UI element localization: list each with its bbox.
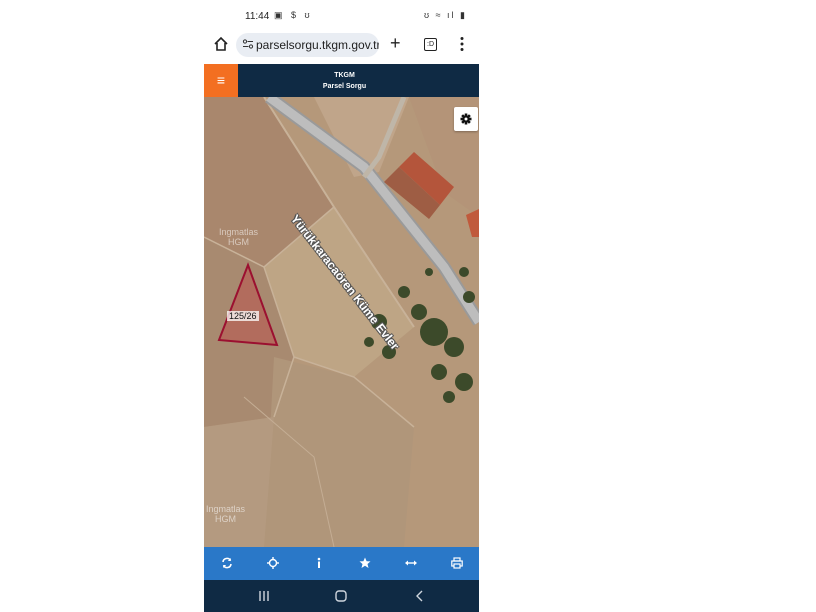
- system-nav-bar: [204, 580, 479, 612]
- measure-icon: [405, 560, 417, 566]
- watermark-line: Ingmatlas: [206, 504, 246, 514]
- print-button[interactable]: [434, 547, 479, 580]
- address-bar[interactable]: parselsorgu.tkgm.gov.tr: [236, 33, 379, 57]
- app-header: ≡ TKGM Parsel Sorgu: [204, 64, 479, 97]
- browser-bar: parselsorgu.tkgm.gov.tr + :D: [204, 30, 479, 64]
- parcel-label[interactable]: 125/26: [227, 311, 259, 321]
- refresh-icon: [222, 557, 232, 569]
- measure-button[interactable]: [388, 547, 434, 580]
- status-time: 11:44: [245, 11, 270, 22]
- url-text: parselsorgu.tkgm.gov.tr: [256, 38, 379, 52]
- watermark-line: HGM: [215, 514, 237, 524]
- system-icons: ʊ ≈ ıl ▮: [423, 10, 467, 20]
- print-icon: [451, 557, 463, 569]
- favorite-button[interactable]: [342, 547, 388, 580]
- satellite-map[interactable]: Yürükkaracaören Küme Evler Ingmatlas HGM…: [204, 97, 479, 547]
- crosshair-icon: [267, 557, 279, 569]
- map-toolbar: [204, 547, 479, 580]
- notification-icons: ▣ $ ʊ: [274, 10, 313, 20]
- watermark-line: HGM: [228, 237, 250, 247]
- new-tab-icon[interactable]: +: [390, 33, 401, 53]
- status-bar: 11:44 ▣ $ ʊ ʊ ≈ ıl ▮: [204, 0, 479, 30]
- home-nav-icon: [335, 590, 347, 602]
- site-settings-icon[interactable]: [242, 38, 254, 50]
- page-title: TKGM: [334, 72, 355, 79]
- watermark-bottom: Ingmatlas HGM: [206, 504, 245, 524]
- recent-apps-icon: [259, 591, 269, 601]
- watermark-top: Ingmatlas HGM: [219, 227, 258, 247]
- map-imagery: [204, 97, 479, 547]
- tab-switcher-button[interactable]: :D: [424, 38, 437, 51]
- back-icon: [416, 590, 423, 602]
- home-icon[interactable]: [213, 36, 229, 52]
- watermark-line: Ingmatlas: [219, 227, 259, 237]
- page-subtitle: Parsel Sorgu: [322, 83, 367, 90]
- phone-screen: 11:44 ▣ $ ʊ ʊ ≈ ıl ▮ parselsorgu.tkgm.go…: [204, 0, 479, 612]
- nav-buttons: [259, 590, 423, 602]
- gear-icon: [460, 113, 472, 125]
- hamburger-menu-button[interactable]: ≡: [204, 64, 238, 97]
- star-icon: [359, 557, 371, 568]
- locate-button[interactable]: [250, 547, 296, 580]
- more-options-icon[interactable]: [460, 36, 464, 52]
- info-button[interactable]: [296, 547, 342, 580]
- refresh-button[interactable]: [204, 547, 250, 580]
- map-settings-button[interactable]: [454, 107, 478, 131]
- info-icon: [317, 557, 321, 568]
